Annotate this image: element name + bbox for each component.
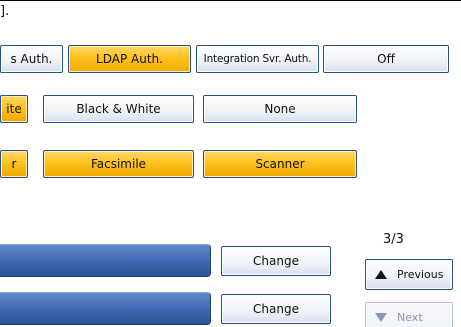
black-and-white-button[interactable]: Black & White	[43, 95, 194, 123]
integration-server-auth-button[interactable]: Integration Svr. Auth.	[196, 45, 319, 73]
next-label: Next	[397, 311, 423, 324]
black-and-white-label: Black & White	[76, 102, 161, 116]
change-button-1-label: Change	[253, 254, 299, 268]
function-option-clipped-label: r	[11, 157, 17, 171]
change-button-1[interactable]: Change	[221, 246, 331, 276]
settings-list-row	[0, 244, 211, 277]
change-button-2-label: Change	[253, 302, 299, 316]
color-option-clipped-button[interactable]: ite	[0, 95, 28, 123]
facsimile-button[interactable]: Facsimile	[43, 150, 194, 178]
change-button-2[interactable]: Change	[221, 294, 331, 324]
next-button[interactable]: Next	[365, 302, 453, 327]
scanner-button[interactable]: Scanner	[203, 150, 357, 178]
integration-server-auth-label: Integration Svr. Auth.	[203, 53, 312, 65]
previous-button[interactable]: Previous	[365, 259, 453, 290]
settings-screen: ]. s Auth. LDAP Auth. Integration Svr. A…	[0, 0, 461, 327]
settings-list-row	[0, 292, 211, 325]
scanner-label: Scanner	[255, 157, 305, 171]
top-divider	[0, 0, 461, 1]
color-none-label: None	[264, 102, 296, 116]
previous-label: Previous	[397, 268, 444, 281]
down-arrow-icon	[375, 313, 387, 322]
auth-off-button[interactable]: Off	[323, 45, 449, 73]
up-arrow-icon	[375, 270, 387, 279]
auth-off-label: Off	[377, 52, 395, 66]
color-option-clipped-label: ite	[6, 102, 22, 116]
clipped-title-text: ].	[0, 4, 10, 19]
function-option-clipped-button[interactable]: r	[0, 150, 28, 178]
auth-option-clipped-button[interactable]: s Auth.	[0, 45, 63, 73]
color-none-button[interactable]: None	[203, 95, 357, 123]
ldap-auth-button[interactable]: LDAP Auth.	[68, 45, 191, 73]
page-indicator: 3/3	[383, 232, 404, 247]
ldap-auth-label: LDAP Auth.	[96, 52, 163, 66]
facsimile-label: Facsimile	[90, 157, 147, 171]
auth-option-clipped-label: s Auth.	[10, 52, 53, 66]
